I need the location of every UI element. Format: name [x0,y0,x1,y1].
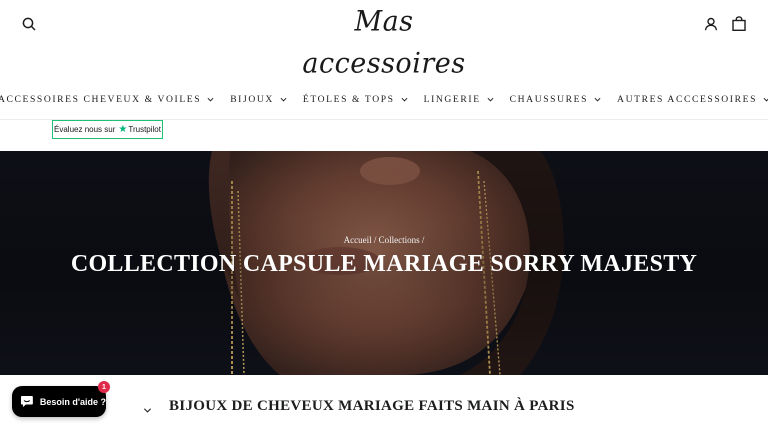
nav-item-label: ACCESSOIRES CHEVEUX & VOILES [0,93,202,105]
chat-help-label: Besoin d'aide ? [39,396,106,407]
breadcrumb-separator: / [373,235,377,245]
bag-icon [732,15,746,31]
nav-item-label: AUTRES ACCCESSOIRES [617,93,758,105]
page-title: COLLECTION CAPSULE MARIAGE SORRY MAJESTY [70,251,698,277]
chevron-down-icon [280,97,287,101]
section-title: BIJOUX DE CHEVEUX MARIAGE FAITS MAIN À P… [169,398,575,414]
account-button[interactable] [700,13,722,35]
breadcrumb-separator: / [421,235,425,245]
nav-item-label: ÉTOLES & TOPS [302,93,395,105]
chevron-down-icon [401,97,408,101]
breadcrumb-home-link[interactable]: Accueil [344,235,372,245]
nav-item-chaussures[interactable]: CHAUSSURES [502,94,609,105]
nav-item-accessoires-cheveux[interactable]: ACCESSOIRES CHEVEUX & VOILES [0,94,222,105]
nav-item-lingerie[interactable]: LINGERIE [416,94,502,105]
nav-item-label: CHAUSSURES [509,93,589,105]
nav-item-label: LINGERIE [423,93,481,105]
site-logo[interactable]: Mas accessoires [270,1,498,80]
search-icon [22,17,36,31]
trustpilot-brand: Trustpilot [128,125,161,134]
chat-help-button[interactable]: Besoin d'aide ? [12,386,106,417]
trustpilot-text: Évaluez nous sur [54,125,116,134]
chat-bubble-icon [20,396,33,407]
trustpilot-widget[interactable]: Évaluez nous sur ★ Trustpilot [52,120,163,139]
search-button[interactable] [18,13,40,35]
nav-item-label: BIJOUX [230,93,274,105]
chevron-down-icon[interactable] [143,406,152,415]
main-navigation: ACCESSOIRES CHEVEUX & VOILES BIJOUX ÉTOL… [0,88,768,110]
chevron-down-icon [763,97,768,101]
breadcrumb: Accueil / Collections / [0,235,768,245]
site-header: Mas accessoires ACCESSOIRES CHEVEUX & VO… [0,0,768,120]
cart-button[interactable] [728,12,750,34]
chat-notification-badge: 1 [98,381,110,393]
nav-item-bijoux[interactable]: BIJOUX [222,94,295,105]
nav-item-autres-accessoires[interactable]: AUTRES ACCCESSOIRES [609,94,768,105]
chevron-down-icon [207,97,214,101]
chevron-down-icon [594,97,601,101]
breadcrumb-collections-link[interactable]: Collections [379,235,420,245]
nav-item-etoles-tops[interactable]: ÉTOLES & TOPS [295,94,416,105]
collection-hero-banner: Accueil / Collections / COLLECTION CAPSU… [0,151,768,375]
chevron-down-icon [487,97,494,101]
trustpilot-star-icon: ★ [118,123,128,135]
user-icon [704,17,718,31]
